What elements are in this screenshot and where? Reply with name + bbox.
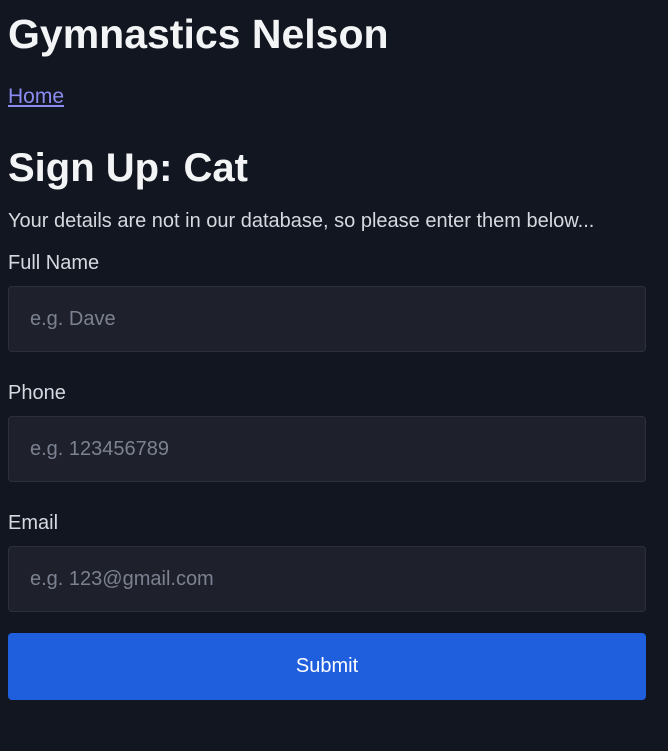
page-heading: Sign Up: Cat [8,146,248,190]
intro-text: Your details are not in our database, so… [8,210,595,232]
submit-button[interactable]: Submit [8,633,646,700]
page: Gymnastics Nelson Home Sign Up: Cat Your… [0,0,668,700]
email-field-group: Email [8,510,660,612]
full-name-label: Full Name [8,252,100,274]
home-link[interactable]: Home [8,85,64,108]
phone-input[interactable] [8,416,646,482]
email-label: Email [8,512,59,534]
phone-field-group: Phone [8,380,660,482]
site-title: Gymnastics Nelson [8,11,389,57]
signup-form: Full Name Phone Email Submit [8,250,660,700]
email-input[interactable] [8,546,646,612]
phone-label: Phone [8,382,66,404]
nav: Home [8,84,660,110]
full-name-field-group: Full Name [8,250,660,352]
full-name-input[interactable] [8,286,646,352]
